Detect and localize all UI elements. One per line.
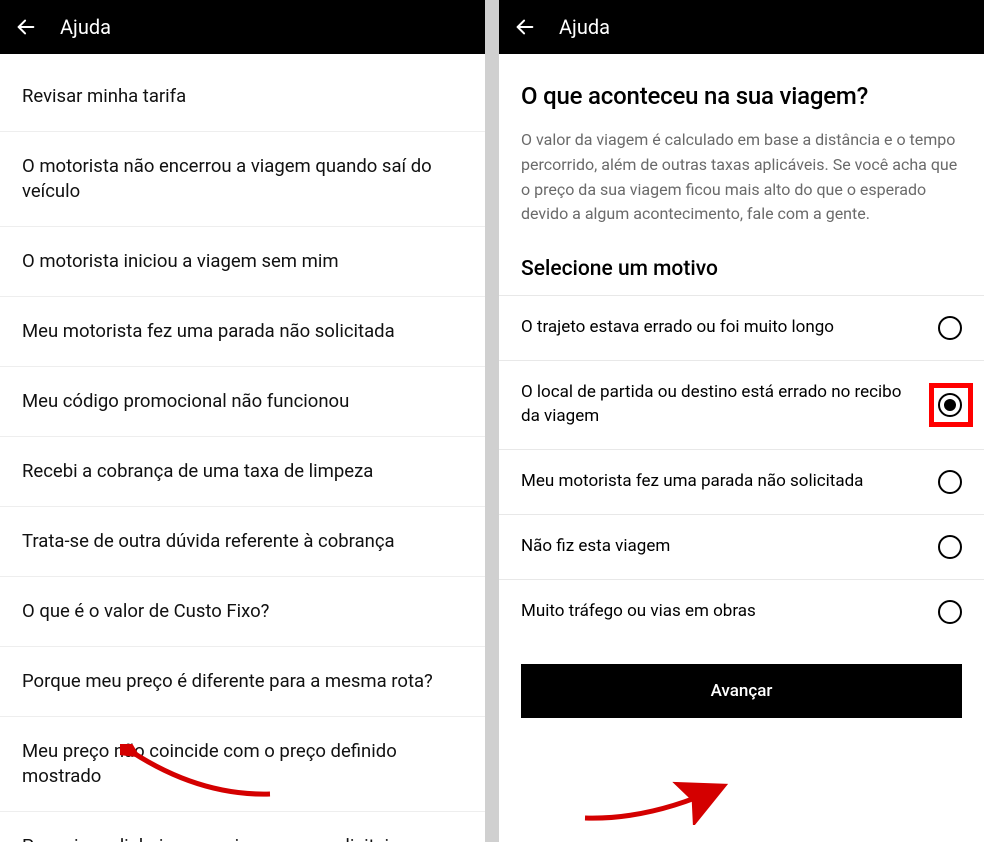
- help-topic-item[interactable]: Trata-se de outra dúvida referente à cob…: [0, 507, 485, 577]
- radio-icon: [938, 470, 962, 494]
- help-topic-item[interactable]: Revisar minha tarifa: [0, 54, 485, 132]
- section-title: Selecione um motivo: [499, 253, 984, 295]
- reason-label: Não fiz esta viagem: [521, 535, 922, 559]
- app-header: Ajuda: [499, 0, 984, 54]
- help-topic-item[interactable]: Meu preço não coincide com o preço defin…: [0, 717, 485, 812]
- button-label: Avançar: [711, 681, 773, 701]
- reason-option[interactable]: Muito tráfego ou vias em obras: [499, 579, 984, 644]
- page-description: O valor da viagem é calculado em base a …: [499, 128, 984, 253]
- radio-icon: [938, 600, 962, 624]
- reason-label: O local de partida ou destino está errad…: [521, 381, 922, 429]
- radio-icon: [938, 535, 962, 559]
- radio-icon: [938, 393, 962, 417]
- help-topic-item[interactable]: Meu motorista fez uma parada não solicit…: [0, 297, 485, 367]
- header-title: Ajuda: [60, 15, 111, 39]
- back-button[interactable]: [14, 15, 38, 39]
- help-topic-item[interactable]: Porque meu preço é diferente para a mesm…: [0, 647, 485, 717]
- app-header: Ajuda: [0, 0, 485, 54]
- radio-icon: [938, 316, 962, 340]
- help-topic-item[interactable]: O que é o valor de Custo Fixo?: [0, 577, 485, 647]
- reason-label: Meu motorista fez uma parada não solicit…: [521, 470, 922, 494]
- arrow-left-icon: [15, 16, 37, 38]
- help-topic-item[interactable]: O motorista iniciou a viagem sem mim: [0, 227, 485, 297]
- reason-option[interactable]: O local de partida ou destino está errad…: [499, 360, 984, 449]
- arrow-left-icon: [514, 16, 536, 38]
- reason-option[interactable]: Não fiz esta viagem: [499, 514, 984, 579]
- help-topic-item[interactable]: Paguei em dinheiro uma viagem que solici…: [0, 812, 485, 842]
- help-topic-item[interactable]: Recebi a cobrança de uma taxa de limpeza: [0, 437, 485, 507]
- reason-option[interactable]: O trajeto estava errado ou foi muito lon…: [499, 295, 984, 360]
- reason-selection-content: O que aconteceu na sua viagem? O valor d…: [499, 54, 984, 842]
- help-topic-item[interactable]: Meu código promocional não funcionou: [0, 367, 485, 437]
- reason-option[interactable]: Meu motorista fez uma parada não solicit…: [499, 449, 984, 514]
- next-button[interactable]: Avançar: [521, 664, 962, 718]
- phone-screen-right: Ajuda O que aconteceu na sua viagem? O v…: [499, 0, 984, 842]
- back-button[interactable]: [513, 15, 537, 39]
- reason-label: Muito tráfego ou vias em obras: [521, 600, 922, 624]
- help-topic-item[interactable]: O motorista não encerrou a viagem quando…: [0, 132, 485, 227]
- page-question: O que aconteceu na sua viagem?: [499, 54, 984, 128]
- phone-screen-left: Ajuda Revisar minha tarifa O motorista n…: [0, 0, 485, 842]
- header-title: Ajuda: [559, 15, 610, 39]
- reason-label: O trajeto estava errado ou foi muito lon…: [521, 316, 922, 340]
- help-topics-list: Revisar minha tarifa O motorista não enc…: [0, 54, 485, 842]
